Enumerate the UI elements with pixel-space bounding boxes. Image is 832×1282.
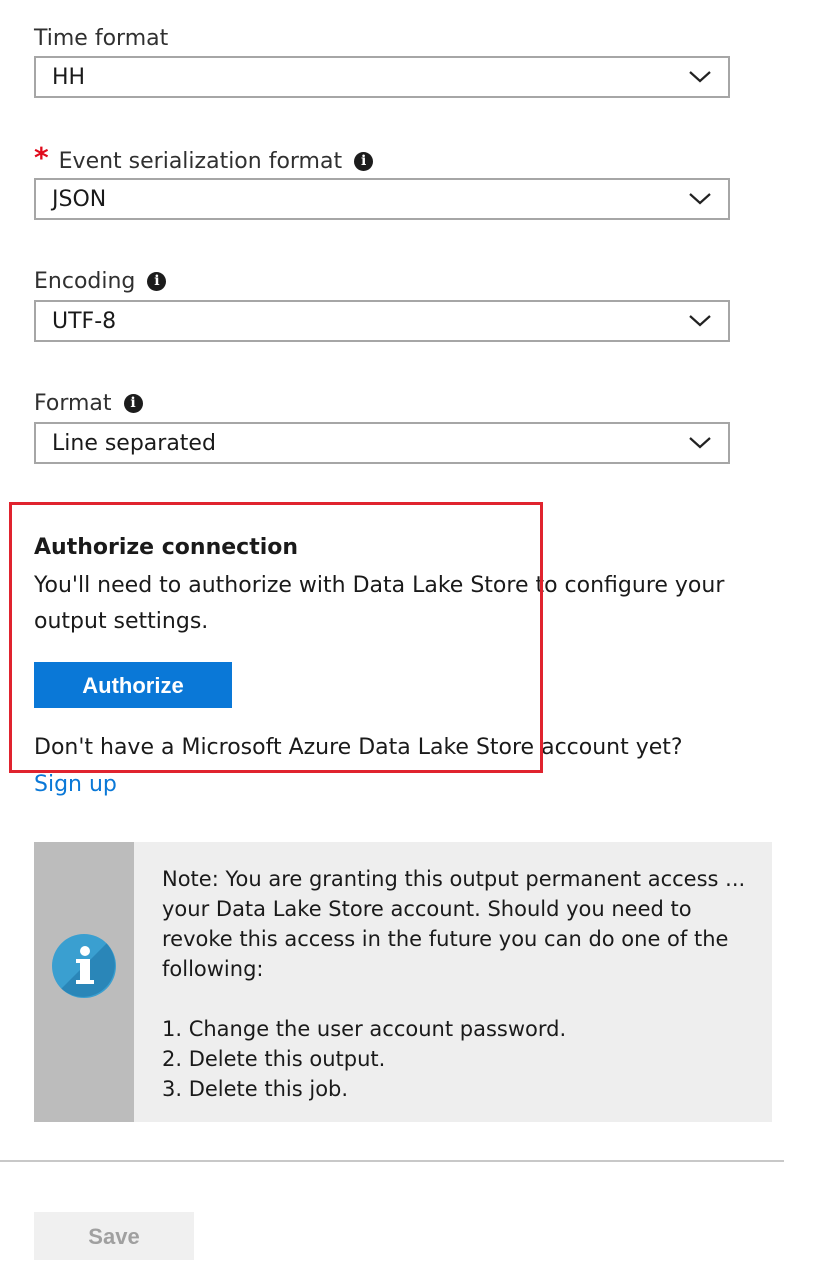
sign-up-link[interactable]: Sign up	[34, 772, 117, 797]
save-button[interactable]: Save	[34, 1212, 194, 1260]
format-label-text: Format	[34, 391, 112, 416]
serialization-format-value: JSON	[52, 187, 107, 212]
encoding-select[interactable]: UTF-8	[34, 300, 730, 342]
format-select[interactable]: Line separated	[34, 422, 730, 464]
time-format-label-text: Time format	[34, 26, 169, 51]
serialization-format-label-text: Event serialization format	[58, 149, 343, 174]
info-icon	[52, 934, 116, 998]
encoding-label-text: Encoding	[34, 269, 136, 294]
no-account-text: Don't have a Microsoft Azure Data Lake S…	[34, 735, 683, 760]
info-icon[interactable]: i	[123, 394, 143, 413]
list-item: 2. Delete this output.	[162, 1047, 386, 1071]
note-content: Note: You are granting this output perma…	[162, 864, 758, 1104]
list-item: 1. Change the user account password.	[162, 1017, 567, 1041]
serialization-format-select[interactable]: JSON	[34, 178, 730, 220]
required-marker: *	[34, 141, 49, 174]
info-icon[interactable]: i	[354, 152, 374, 171]
format-value: Line separated	[52, 431, 216, 456]
time-format-select[interactable]: HH	[34, 56, 730, 98]
note-icon-panel	[34, 842, 134, 1122]
encoding-value: UTF-8	[52, 309, 117, 334]
format-label: Format i	[34, 391, 143, 416]
chevron-down-icon	[689, 315, 711, 327]
list-item: 3. Delete this job.	[162, 1077, 349, 1101]
encoding-label: Encoding i	[34, 269, 167, 294]
chevron-down-icon	[689, 71, 711, 83]
authorize-heading: Authorize connection	[34, 535, 299, 560]
serialization-format-label: * Event serialization format i	[34, 141, 374, 178]
chevron-down-icon	[689, 193, 711, 205]
note-text: Note: You are granting this output perma…	[162, 867, 746, 981]
time-format-label: Time format	[34, 26, 168, 51]
info-icon[interactable]: i	[147, 272, 167, 291]
note-box: Note: You are granting this output perma…	[34, 842, 772, 1122]
authorize-button[interactable]: Authorize	[34, 662, 232, 708]
chevron-down-icon	[689, 437, 711, 449]
output-settings-panel: Time format HH * Event serialization for…	[0, 0, 832, 1282]
time-format-value: HH	[52, 65, 86, 90]
authorize-description: You'll need to authorize with Data Lake …	[34, 573, 725, 634]
note-steps-list: 1. Change the user account password. 2. …	[162, 1014, 758, 1104]
footer-divider	[0, 1160, 784, 1162]
